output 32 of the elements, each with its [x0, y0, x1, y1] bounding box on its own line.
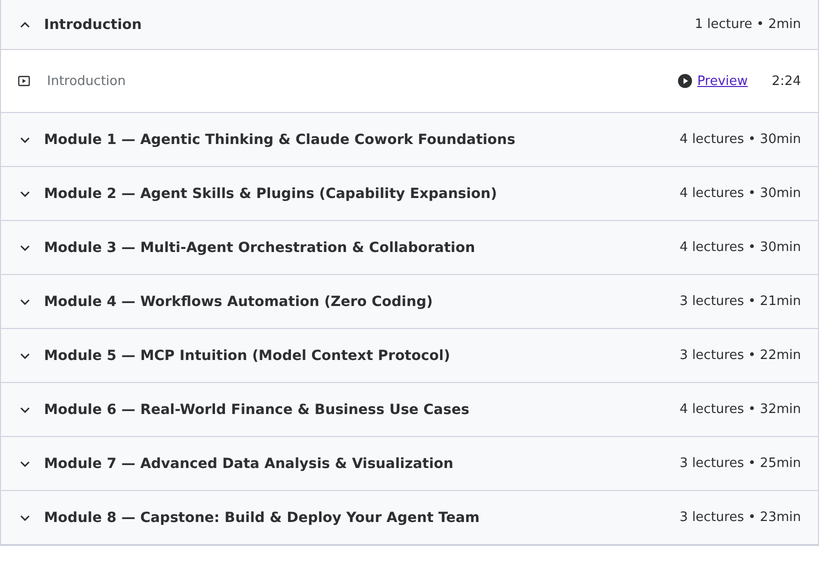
- section-title: Module 5 — MCP Intuition (Model Context Protocol): [44, 348, 452, 364]
- section-title: Module 3 — Multi-Agent Orchestration & Collaboration: [44, 240, 476, 256]
- section-meta: 4 lectures • 30min: [680, 240, 801, 255]
- video-icon: [18, 75, 30, 87]
- section-meta: 3 lectures • 25min: [680, 456, 801, 471]
- section-meta: 4 lectures • 30min: [680, 132, 801, 147]
- section-header[interactable]: Module 4 — Workflows Automation (Zero Coding) 3 lectures • 21min: [1, 275, 818, 329]
- preview-link[interactable]: Preview: [697, 74, 748, 88]
- section-header[interactable]: Module 3 — Multi-Agent Orchestration & Collaboration 4 lectures • 30min: [1, 221, 818, 275]
- section-title: Module 8 — Capstone: Build & Deploy Your Agent Team: [44, 510, 481, 526]
- section-header[interactable]: Module 6 — Real-World Finance & Business Use Cases 4 lectures • 32min: [1, 383, 818, 437]
- section-title: Module 7 — Advanced Data Analysis & Visualization: [44, 456, 454, 472]
- section-header[interactable]: Introduction 1 lecture • 2min: [1, 0, 818, 50]
- lecture-title: Introduction: [47, 74, 127, 88]
- section-meta: 3 lectures • 22min: [680, 348, 801, 363]
- section-title: Module 6 — Real-World Finance & Business Use Cases: [44, 402, 470, 418]
- section-header[interactable]: Module 2 — Agent Skills & Plugins (Capability Expansion) 4 lectures • 30min: [1, 167, 818, 221]
- play-icon: [678, 74, 692, 88]
- section-meta: 4 lectures • 32min: [680, 402, 801, 417]
- section-header[interactable]: Module 5 — MCP Intuition (Model Context Protocol) 3 lectures • 22min: [1, 329, 818, 383]
- section-meta: 3 lectures • 23min: [680, 510, 801, 525]
- section-header[interactable]: Module 7 — Advanced Data Analysis & Visualization 3 lectures • 25min: [1, 437, 818, 491]
- section-title: Module 2 — Agent Skills & Plugins (Capability Expansion): [44, 186, 498, 202]
- section-title: Module 1 — Agentic Thinking & Claude Cowork Foundations: [44, 132, 516, 148]
- section-title: Introduction: [44, 16, 143, 32]
- lecture-duration: 2:24: [772, 74, 801, 88]
- section-meta: 3 lectures • 21min: [680, 294, 801, 309]
- section-header[interactable]: Module 8 — Capstone: Build & Deploy Your Agent Team 3 lectures • 23min: [1, 491, 818, 545]
- section-header[interactable]: Module 1 — Agentic Thinking & Claude Cowork Foundations 4 lectures • 30min: [1, 113, 818, 167]
- section-meta: 1 lecture • 2min: [694, 17, 801, 32]
- section-meta: 4 lectures • 30min: [680, 186, 801, 201]
- section-title: Module 4 — Workflows Automation (Zero Coding): [44, 294, 434, 310]
